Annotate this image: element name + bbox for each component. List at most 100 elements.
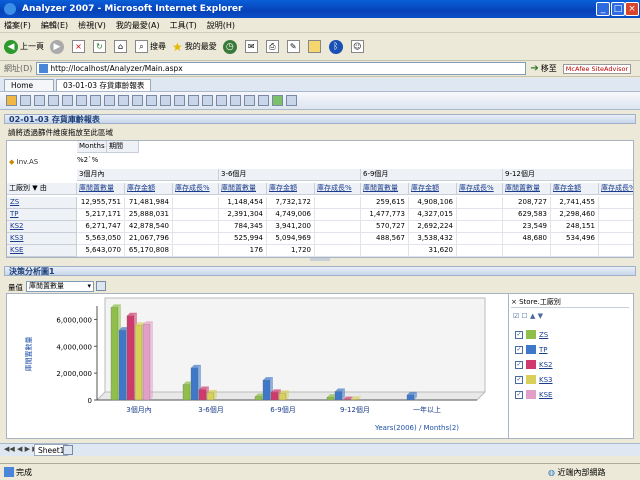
filter-icon[interactable] — [160, 95, 171, 106]
column-measure-header[interactable]: 庫閒置數量 — [77, 183, 125, 195]
help-icon[interactable] — [286, 95, 297, 106]
undo-icon[interactable] — [118, 95, 129, 106]
search-button[interactable]: ⌕ 搜尋 — [135, 40, 166, 53]
column-measure-header[interactable]: 庫閒置數量 — [361, 183, 409, 195]
column-measure-header[interactable]: 庫存成長% — [457, 183, 503, 195]
menu-view[interactable]: 檢視(V) — [78, 20, 106, 31]
column-measure-header[interactable]: 庫存金額 — [551, 183, 599, 195]
zoom-in-icon[interactable] — [188, 95, 199, 106]
mcafee-button[interactable]: McAfee SiteAdvisor — [562, 63, 632, 74]
forward-button[interactable]: ▶ — [50, 39, 66, 54]
print-button[interactable]: ⎙ — [265, 40, 281, 53]
column-period-header[interactable]: 9-12個月 — [503, 169, 633, 181]
print-report-icon[interactable] — [62, 95, 73, 106]
save-icon[interactable] — [34, 95, 45, 106]
legend-checkbox[interactable]: ✓ — [515, 345, 523, 354]
legend-label[interactable]: ZS — [539, 331, 548, 339]
minimize-button[interactable]: _ — [596, 2, 610, 16]
favorites-button[interactable]: ★ 我的最愛 — [172, 40, 217, 54]
bluetooth-button[interactable]: ᛒ — [328, 39, 345, 54]
column-dim-months[interactable]: Months — [77, 141, 107, 153]
menu-file[interactable]: 檔案(F) — [4, 20, 31, 31]
tab-inventory-report[interactable]: 03-01-03 存貨庫齡報表 — [56, 79, 152, 91]
address-input[interactable]: http://localhost/Analyzer/Main.aspx — [36, 62, 527, 75]
zoom-out-icon[interactable] — [202, 95, 213, 106]
close-button[interactable]: × — [625, 2, 639, 16]
column-measure-header[interactable]: 庫存金額 — [125, 183, 173, 195]
column-measure-header[interactable]: 庫存金額 — [409, 183, 457, 195]
column-measure-header[interactable]: 庫存成長% — [173, 183, 219, 195]
menu-tools[interactable]: 工具(T) — [170, 20, 197, 31]
column-measure-header[interactable]: 庫閒置數量 — [219, 183, 267, 195]
sort-icon[interactable] — [174, 95, 185, 106]
new-report-icon[interactable] — [6, 95, 17, 106]
column-period-header[interactable]: 3個月內 — [77, 169, 219, 181]
back-button[interactable]: ◀ 上一頁 — [4, 39, 44, 54]
maximize-button[interactable]: □ — [611, 2, 625, 16]
legend-label[interactable]: TP — [539, 346, 548, 354]
pivot-icon[interactable] — [146, 95, 157, 106]
measure-select[interactable]: 庫閒置數量 ▾ — [26, 281, 94, 292]
export-icon[interactable] — [258, 95, 269, 106]
legend-label[interactable]: KS3 — [539, 376, 553, 384]
paste-icon[interactable] — [104, 95, 115, 106]
go-button[interactable]: 移至 — [541, 63, 557, 74]
row-header-zs[interactable]: ZS — [7, 197, 77, 209]
open-icon[interactable] — [20, 95, 31, 106]
data-cell — [457, 197, 503, 209]
messenger-button[interactable]: ☺ — [350, 40, 366, 53]
redo-icon[interactable] — [132, 95, 143, 106]
chart-type-icon[interactable] — [96, 281, 106, 291]
chart-icon[interactable] — [216, 95, 227, 106]
legend-item[interactable]: ✓ KS3 — [515, 375, 553, 384]
column-measure-header[interactable]: 庫存成長% — [315, 183, 361, 195]
folder-button[interactable] — [307, 40, 323, 53]
go-arrow-icon[interactable]: ➔ — [530, 63, 538, 74]
menu-help[interactable]: 說明(H) — [207, 20, 235, 31]
mail-button[interactable]: ✉ — [244, 40, 260, 53]
tab-home[interactable]: Home — [4, 79, 54, 91]
row-header-kse[interactable]: KSE — [7, 245, 77, 257]
legend-item[interactable]: ✓ TP — [515, 345, 548, 354]
drill-icon[interactable] — [244, 95, 255, 106]
column-dim-period[interactable]: 期間 — [107, 141, 139, 153]
page-icon — [39, 64, 49, 73]
grid-icon[interactable] — [230, 95, 241, 106]
menu-edit[interactable]: 編輯(E) — [41, 20, 68, 31]
add-sheet-icon[interactable] — [63, 445, 73, 455]
data-cell — [599, 221, 633, 233]
legend-label[interactable]: KS2 — [539, 361, 553, 369]
copy-icon[interactable] — [90, 95, 101, 106]
cut-icon[interactable] — [76, 95, 87, 106]
legend-item[interactable]: ✓ KS2 — [515, 360, 553, 369]
edit-button[interactable]: ✎ — [286, 40, 302, 53]
data-cell — [457, 245, 503, 257]
column-measure-header[interactable]: 庫存成長% — [599, 183, 633, 195]
legend-checkbox[interactable]: ✓ — [515, 330, 523, 339]
row-dim-factory[interactable]: 工廠別 ▼ 由 — [7, 183, 77, 195]
legend-item[interactable]: ✓ ZS — [515, 330, 548, 339]
refresh-button[interactable]: ↻ — [93, 40, 108, 53]
column-period-header[interactable]: 3-6個月 — [219, 169, 361, 181]
home-button[interactable]: ⌂ — [114, 40, 129, 53]
legend-select-all-icon[interactable]: ☑ ☐ ▲ ▼ — [513, 312, 543, 320]
legend-label[interactable]: KSE — [539, 391, 552, 399]
history-button[interactable]: ◷ — [222, 39, 239, 54]
row-header-ks3[interactable]: KS3 — [7, 233, 77, 245]
filter-inv-as[interactable]: ◆ Inv.AS — [9, 157, 75, 169]
row-header-ks2[interactable]: KS2 — [7, 221, 77, 233]
column-measure-header[interactable]: 庫存金額 — [267, 183, 315, 195]
legend-item[interactable]: ✓ KSE — [515, 390, 552, 399]
excel-icon[interactable] — [272, 95, 283, 106]
save-as-icon[interactable] — [48, 95, 59, 106]
legend-checkbox[interactable]: ✓ — [515, 360, 523, 369]
menu-favorites[interactable]: 我的最愛(A) — [116, 20, 160, 31]
legend-checkbox[interactable]: ✓ — [515, 390, 523, 399]
stop-button[interactable]: × — [72, 40, 87, 53]
row-header-tp[interactable]: TP — [7, 209, 77, 221]
splitter-handle[interactable] — [310, 258, 330, 261]
column-measure-header[interactable]: 庫閒置數量 — [503, 183, 551, 195]
legend-checkbox[interactable]: ✓ — [515, 375, 523, 384]
column-period-header[interactable]: 6-9個月 — [361, 169, 503, 181]
legend-swatch — [526, 375, 536, 384]
